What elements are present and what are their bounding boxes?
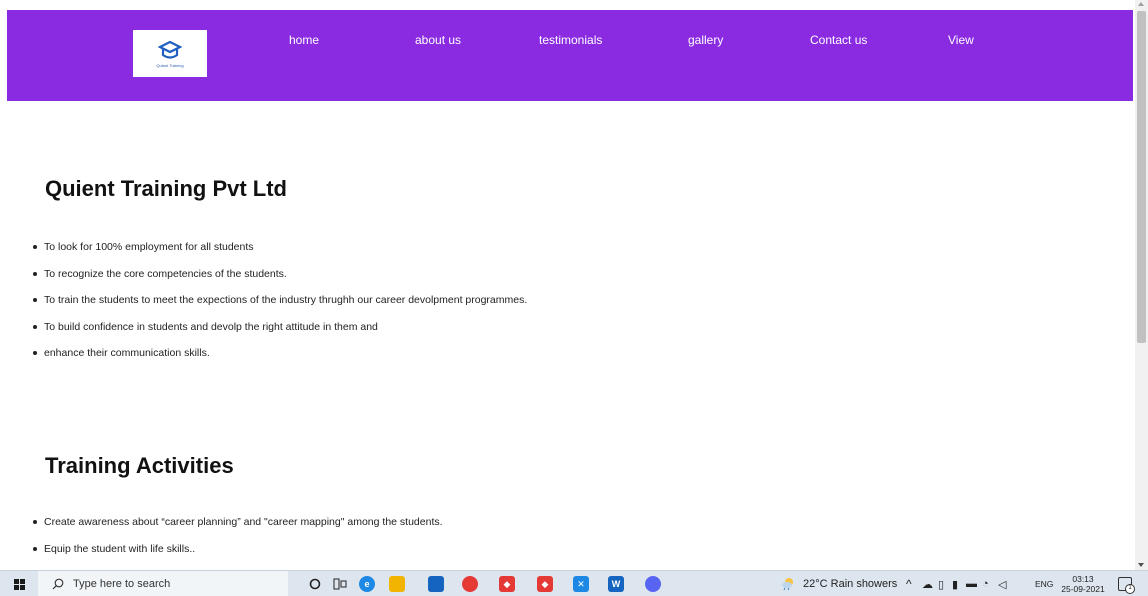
clock-date: 25-09-2021 xyxy=(1061,584,1105,594)
task-view-icon[interactable] xyxy=(333,578,347,590)
objectives-list: To look for 100% employment for all stud… xyxy=(33,241,527,374)
page-scrollbar[interactable] xyxy=(1135,0,1148,570)
section-title-activities: Training Activities xyxy=(45,453,234,478)
list-item: To train the students to meet the expect… xyxy=(33,294,527,321)
web-page: Quient Training home about us testimonia… xyxy=(0,0,1135,570)
nav-link-gallery[interactable]: gallery xyxy=(688,33,723,47)
activities-list: Create awareness about “career planning”… xyxy=(33,516,443,569)
app-red-2-icon[interactable]: ◆ xyxy=(537,576,553,592)
search-icon xyxy=(52,578,64,590)
section-title-company: Quient Training Pvt Ltd xyxy=(45,176,287,201)
battery-icon[interactable]: ▬ xyxy=(966,571,977,596)
weather-rain-icon[interactable] xyxy=(780,577,796,591)
edge-icon[interactable]: e xyxy=(359,576,375,592)
site-logo[interactable]: Quient Training xyxy=(133,30,207,77)
list-item: To recognize the core competencies of th… xyxy=(33,268,527,295)
language-indicator[interactable]: ENG xyxy=(1035,571,1053,596)
nav-link-contact-us[interactable]: Contact us xyxy=(810,33,867,47)
clock-time: 03:13 xyxy=(1072,574,1094,584)
app-tray-icon[interactable]: ▯ xyxy=(938,571,944,596)
onedrive-icon[interactable]: ☁ xyxy=(922,571,933,596)
logo-text: Quient Training xyxy=(156,62,184,68)
show-hidden-icons-chevron-icon[interactable]: ^ xyxy=(906,571,912,596)
microphone-icon[interactable]: ▮ xyxy=(952,571,958,596)
mail-icon[interactable] xyxy=(428,576,444,592)
word-icon[interactable]: W xyxy=(608,576,624,592)
taskbar-clock[interactable]: 03:13 25-09-2021 xyxy=(1058,574,1108,594)
file-explorer-icon[interactable] xyxy=(389,576,405,592)
scroll-down-arrow-icon[interactable] xyxy=(1138,563,1144,567)
windows-taskbar: Type here to search e ◆ ◆ ✕ W 22°C Rain … xyxy=(0,570,1148,596)
notification-center-icon[interactable] xyxy=(1118,577,1135,594)
vscode-icon[interactable]: ✕ xyxy=(573,576,589,592)
nav-link-view[interactable]: View xyxy=(948,33,974,47)
weather-text[interactable]: 22°C Rain showers xyxy=(803,571,897,596)
taskbar-search-box[interactable]: Type here to search xyxy=(38,571,288,596)
list-item: To build confidence in students and devo… xyxy=(33,321,527,348)
navbar: Quient Training home about us testimonia… xyxy=(7,10,1133,101)
nav-link-testimonials[interactable]: testimonials xyxy=(539,33,602,47)
app-red-1-icon[interactable]: ◆ xyxy=(499,576,515,592)
volume-icon[interactable]: ◁ xyxy=(998,571,1006,596)
wifi-icon[interactable]: ◔ xyxy=(982,571,989,596)
discord-icon[interactable] xyxy=(645,576,661,592)
nav-link-about-us[interactable]: about us xyxy=(415,33,461,47)
nav-link-home[interactable]: home xyxy=(289,33,319,47)
list-item: Create awareness about “career planning”… xyxy=(33,516,443,543)
scroll-thumb[interactable] xyxy=(1137,11,1146,343)
chrome-icon[interactable] xyxy=(462,576,478,592)
logo-icon xyxy=(158,40,182,59)
windows-start-icon[interactable] xyxy=(14,579,25,590)
list-item: To look for 100% employment for all stud… xyxy=(33,241,527,268)
list-item: Equip the student with life skills.. xyxy=(33,543,443,570)
search-placeholder: Type here to search xyxy=(73,578,171,590)
cortana-icon[interactable] xyxy=(309,578,321,590)
scroll-up-arrow-icon[interactable] xyxy=(1138,2,1144,6)
list-item: enhance their communication skills. xyxy=(33,347,527,374)
